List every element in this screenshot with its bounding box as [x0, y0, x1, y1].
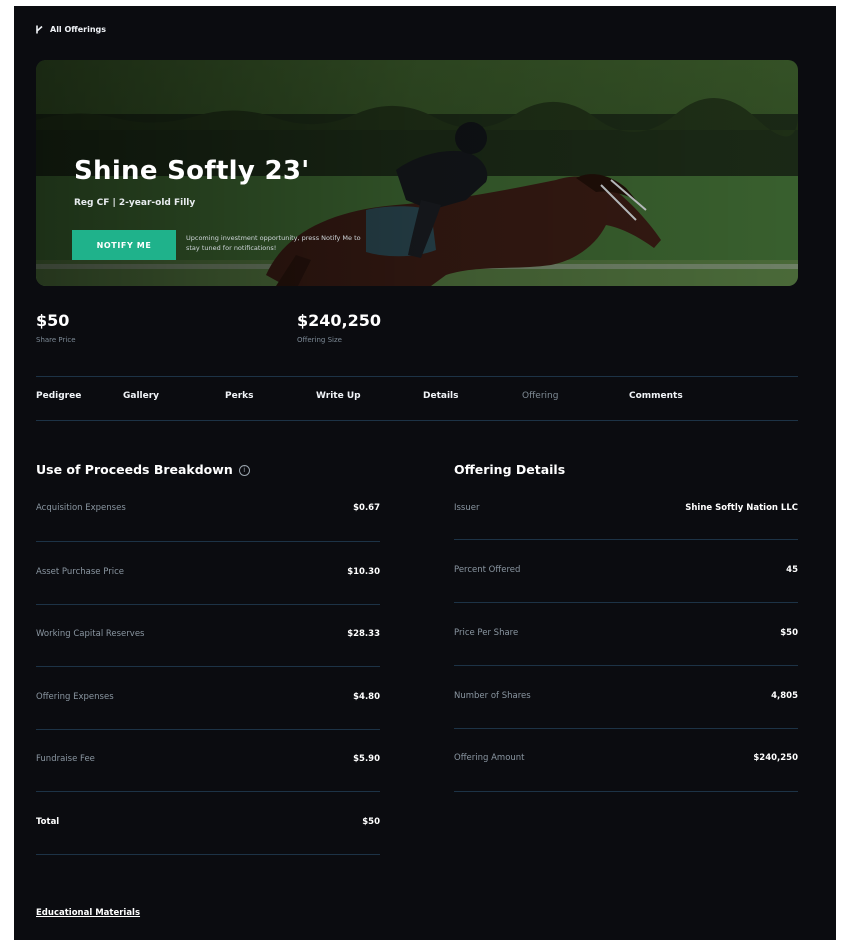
details-title: Offering Details [454, 462, 566, 477]
row-value: Shine Softly Nation LLC [685, 503, 798, 513]
row-divider [36, 854, 380, 855]
row-key: Working Capital Reserves [36, 629, 145, 639]
tab-bar: Pedigree Gallery Perks Write Up Details … [36, 391, 798, 405]
row-key: Asset Purchase Price [36, 567, 124, 577]
row-divider [454, 791, 798, 792]
row-value: $50 [362, 817, 380, 827]
row-divider [454, 602, 798, 603]
back-link-label: All Offerings [50, 25, 107, 34]
row-divider [36, 541, 380, 542]
proceeds-total-row: Total $50 [36, 817, 380, 831]
hero-title: Shine Softly 23' [74, 156, 310, 186]
row-divider [36, 729, 380, 730]
hero-banner: Shine Softly 23' Reg CF | 2-year-old Fil… [36, 60, 798, 286]
educational-materials-link[interactable]: Educational Materials [36, 908, 140, 918]
proceeds-row: Working Capital Reserves $28.33 [36, 629, 380, 643]
row-key: Acquisition Expenses [36, 503, 126, 513]
hero-subtitle: Reg CF | 2-year-old Filly [74, 198, 196, 208]
tabs-top-divider [36, 376, 798, 377]
row-key: Total [36, 817, 60, 827]
proceeds-row: Acquisition Expenses $0.67 [36, 503, 380, 517]
tab-perks[interactable]: Perks [225, 391, 253, 401]
info-icon[interactable]: i [238, 465, 250, 476]
tab-offering[interactable]: Offering [522, 391, 558, 401]
row-key: Percent Offered [454, 565, 521, 575]
share-price-stat: $50 Share Price [36, 311, 76, 344]
row-value: $240,250 [753, 753, 798, 763]
proceeds-row: Asset Purchase Price $10.30 [36, 567, 380, 581]
offering-size-label: Offering Size [297, 336, 342, 344]
row-key: Number of Shares [454, 691, 531, 701]
row-value: $0.67 [353, 503, 380, 513]
row-divider [454, 539, 798, 540]
row-key: Price Per Share [454, 628, 519, 638]
details-row: Price Per Share $50 [454, 628, 798, 642]
offering-size-stat: $240,250 Offering Size [297, 311, 381, 344]
share-price-value: $50 [36, 311, 70, 330]
back-arrow-icon [36, 25, 43, 34]
details-row: Percent Offered 45 [454, 565, 798, 579]
tab-gallery[interactable]: Gallery [123, 391, 159, 401]
row-divider [36, 666, 380, 667]
row-value: $5.90 [353, 754, 380, 764]
row-value: $28.33 [347, 629, 380, 639]
offering-page: All Offerings Shine Softly 23' Reg CF | … [14, 6, 836, 940]
tab-comments[interactable]: Comments [629, 391, 683, 401]
details-row: Number of Shares 4,805 [454, 691, 798, 705]
row-value: $10.30 [347, 567, 380, 577]
row-key: Issuer [454, 503, 480, 513]
row-value: $4.80 [353, 692, 380, 702]
details-row: Offering Amount $240,250 [454, 753, 798, 767]
tab-details[interactable]: Details [423, 391, 458, 401]
row-value: $50 [780, 628, 798, 638]
row-value: 4,805 [771, 691, 798, 701]
offering-size-value: $240,250 [297, 311, 382, 330]
row-key: Offering Expenses [36, 692, 114, 702]
proceeds-row: Fundraise Fee $5.90 [36, 754, 380, 768]
row-value: 45 [786, 565, 798, 575]
back-link[interactable]: All Offerings [36, 25, 106, 34]
proceeds-title: Use of Proceeds Breakdown i [36, 462, 250, 477]
tab-pedigree[interactable]: Pedigree [36, 391, 81, 401]
tab-write-up[interactable]: Write Up [316, 391, 361, 401]
row-key: Offering Amount [454, 753, 525, 763]
tabs-bottom-divider [36, 420, 798, 421]
row-divider [454, 665, 798, 666]
hero-note: Upcoming investment opportunity, press N… [186, 234, 361, 252]
details-row: Issuer Shine Softly Nation LLC [454, 503, 798, 517]
notify-me-button[interactable]: NOTIFY ME [72, 230, 176, 260]
proceeds-title-text: Use of Proceeds Breakdown [36, 462, 233, 477]
row-divider [36, 604, 380, 605]
row-divider [454, 728, 798, 729]
row-key: Fundraise Fee [36, 754, 95, 764]
proceeds-row: Offering Expenses $4.80 [36, 692, 380, 706]
row-divider [36, 791, 380, 792]
share-price-label: Share Price [36, 336, 76, 344]
